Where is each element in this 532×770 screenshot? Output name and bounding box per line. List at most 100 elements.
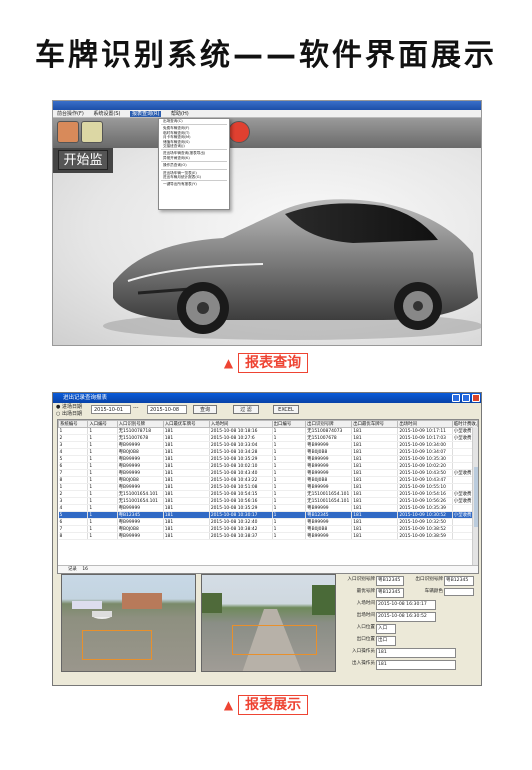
caption-report-display: ▲ 报表展示	[0, 694, 532, 715]
table-row[interactable]: 6 1 粤B99999 181 2015-10-08 10:32:40 1 粤B99999 1…	[58, 518, 479, 526]
best-plate-label: 最优号牌	[356, 589, 375, 594]
filter-button[interactable]: 过 滤	[233, 405, 259, 414]
table-row[interactable]: 3 1 无151001654.101 181 2015-10-08 10:56:16 1 无…	[58, 497, 479, 505]
table-cell: 181	[163, 532, 210, 540]
dropdown-item[interactable]: 一键导出所有报表(Y)	[159, 182, 229, 186]
table-cell: 1	[272, 490, 307, 498]
date-from-input[interactable]: 2015-10-01	[91, 405, 131, 414]
table-cell: 2015-10-08 10:38:42	[209, 525, 273, 533]
table-cell: 2015-10-08 10:34:28	[209, 448, 273, 456]
table-cell: 2015-10-08 10:33:04	[209, 441, 273, 449]
date-to-input[interactable]: 2015-10-08	[147, 405, 187, 414]
table-cell: 7	[58, 525, 89, 533]
radio-entry-date[interactable]: ● 进场日期	[56, 403, 82, 410]
table-cell: 粤B99999	[305, 504, 353, 512]
table-row[interactable]: 7 1 粤B99999 181 2015-10-08 10:43:40 1 粤B99999 1…	[58, 469, 479, 477]
table-cell: 3	[58, 497, 89, 505]
column-header[interactable]: 入场时间	[208, 420, 273, 428]
column-header[interactable]: 入口编号	[87, 420, 118, 428]
table-row[interactable]: 4 1 粤B0J0B8 181 2015-10-08 10:34:28 1 粤B0J0B8 1…	[58, 448, 479, 456]
table-row[interactable]: 1 1 粤B99999 181 2015-10-08 10:51:08 1 粤B99999 1…	[58, 483, 479, 491]
minimize-icon[interactable]	[452, 394, 460, 402]
table-cell: 1	[272, 483, 307, 491]
table-cell: 无1510078718	[117, 427, 164, 435]
table-row[interactable]: 8 1 粤B0J0B8 181 2015-10-08 10:43:22 1 粤B0J0B8 1…	[58, 476, 479, 484]
table-row[interactable]: 2 1 无151001654.101 181 2015-10-08 10:54:15 1 无…	[58, 490, 479, 498]
table-row[interactable]: 3 1 粤B99999 181 2015-10-08 10:33:04 1 粤B99999 1…	[58, 441, 479, 449]
entry-pos-value: 入口	[376, 624, 396, 634]
table-cell: 粤B0J0B8	[117, 525, 164, 533]
table-cell: 181	[351, 427, 399, 435]
vertical-scrollbar[interactable]	[472, 427, 478, 567]
query-button[interactable]: 查询	[193, 405, 217, 414]
record-detail-panel: 入口识别号牌 粤B12345 出口识别号牌 粤B12345 最优号牌 粤B123…	[341, 576, 481, 684]
table-cell: 粤B99999	[305, 469, 353, 477]
table-cell: 1	[272, 434, 307, 442]
table-cell: 6	[58, 462, 89, 470]
table-row[interactable]: 1 1 无1510078718 181 2015-10-08 10:18:16 1 无151…	[58, 427, 479, 435]
exit-scene	[202, 585, 335, 671]
table-cell: 粤B12345	[117, 511, 164, 519]
plate-color-label: 车辆颜色	[424, 589, 443, 594]
table-cell: 181	[351, 434, 399, 442]
table-row[interactable]: 7 1 粤B0J0B8 181 2015-10-08 10:38:42 1 粤B0J0B8 1…	[58, 525, 479, 533]
menu-separator	[161, 149, 227, 151]
entry-time-value: 2015-10-08 16:30:17	[376, 600, 436, 610]
table-cell: 粤B0J0B8	[117, 448, 164, 456]
table-cell: 2015-10-08 10:54:15	[209, 490, 273, 498]
menu-help[interactable]: 帮助(H)	[171, 111, 189, 117]
table-cell: 181	[351, 469, 399, 477]
close-icon[interactable]	[472, 394, 480, 402]
menu-system-settings[interactable]: 系统设置(S)	[93, 111, 120, 117]
operator-icon[interactable]	[57, 121, 79, 143]
exit-icon[interactable]	[228, 121, 250, 143]
column-header[interactable]: 出场时间	[397, 420, 453, 428]
table-cell: 粤B99999	[117, 469, 164, 477]
table-row[interactable]: 5 1 粤B12345 181 2015-10-08 10:30:17 1 粤B12345 1…	[58, 511, 479, 519]
dropdown-item[interactable]: 操作员查询(O)	[159, 163, 229, 167]
exit-plate-label: 出口识别号牌	[415, 577, 443, 582]
start-monitor-button[interactable]: 开始监	[58, 150, 108, 170]
table-cell: 2015-10-08 10:32:40	[209, 518, 273, 526]
column-header[interactable]: 出口最优车牌号	[351, 420, 399, 428]
entry-plate-label: 入口识别号牌	[347, 577, 375, 582]
exit-operator-value: 181	[376, 660, 456, 670]
entry-pos-label: 入口位置	[356, 625, 375, 630]
report-query-screenshot: 前台操作(F) 系统设置(S) 报表查询(R) 帮助(H) 开始监 出场查询(C…	[52, 100, 482, 346]
entry-plate-value: 粤B12345	[376, 576, 404, 586]
table-cell: 6	[58, 518, 89, 526]
table-cell: 181	[163, 441, 210, 449]
table-row[interactable]: 4 1 粤B99999 181 2015-10-08 10:35:29 1 粤B99999 1…	[58, 504, 479, 512]
table-cell: 无151001654.101	[117, 490, 164, 498]
dropdown-item[interactable]: 出场查询(C)	[159, 119, 229, 123]
table-cell: 2015-10-09 10:34:00	[397, 441, 453, 449]
settings-icon[interactable]	[81, 121, 103, 143]
dropdown-item[interactable]: 进出车辆月统计报表(G)	[159, 175, 229, 179]
table-cell: 4	[58, 448, 89, 456]
dropdown-item[interactable]: 交接班查询(J)	[159, 144, 229, 148]
table-row[interactable]: 6 1 粤B99999 181 2015-10-08 10:02:10 1 粤B99999 1…	[58, 462, 479, 470]
column-header[interactable]: 入口最优车牌号	[162, 420, 210, 428]
table-row[interactable]: 8 1 粤B99999 181 2015-10-08 10:38:37 1 粤B99999 1…	[58, 532, 479, 540]
column-header[interactable]: 系统编号	[57, 420, 89, 428]
table-cell: 2015-10-08 10:30:17	[209, 511, 273, 519]
column-header[interactable]: 入口识别号牌	[116, 420, 164, 428]
table-cell: 1	[272, 455, 307, 463]
radio-exit-date[interactable]: ○ 出场日期	[56, 410, 82, 417]
table-row[interactable]: 2 1 无151007678 181 2015-10-08 10:27:6 1 无15100…	[58, 434, 479, 442]
table-cell: 2015-10-09 10:32:50	[397, 518, 453, 526]
table-cell: 2015-10-09 10:35:39	[397, 504, 453, 512]
dropdown-item[interactable]: 异常开闸查询(K)	[159, 156, 229, 160]
menu-report-query[interactable]: 报表查询(R)	[130, 111, 162, 117]
maximize-icon[interactable]	[462, 394, 470, 402]
table-cell: 1	[87, 462, 118, 470]
table-cell: 2015-10-09 10:54:16	[397, 490, 453, 498]
excel-export-button[interactable]: EXCEL	[273, 405, 299, 414]
table-cell: 1	[87, 483, 118, 491]
column-header[interactable]: 出口编号	[271, 420, 307, 428]
menu-front-op[interactable]: 前台操作(F)	[57, 111, 84, 117]
scroll-thumb[interactable]	[474, 467, 478, 527]
table-row[interactable]: 5 1 粤B99999 181 2015-10-08 10:35:29 1 粤B99999 1…	[58, 455, 479, 463]
column-header[interactable]: 出口识别号牌	[305, 420, 353, 428]
table-cell: 2015-10-08 10:43:40	[209, 469, 273, 477]
